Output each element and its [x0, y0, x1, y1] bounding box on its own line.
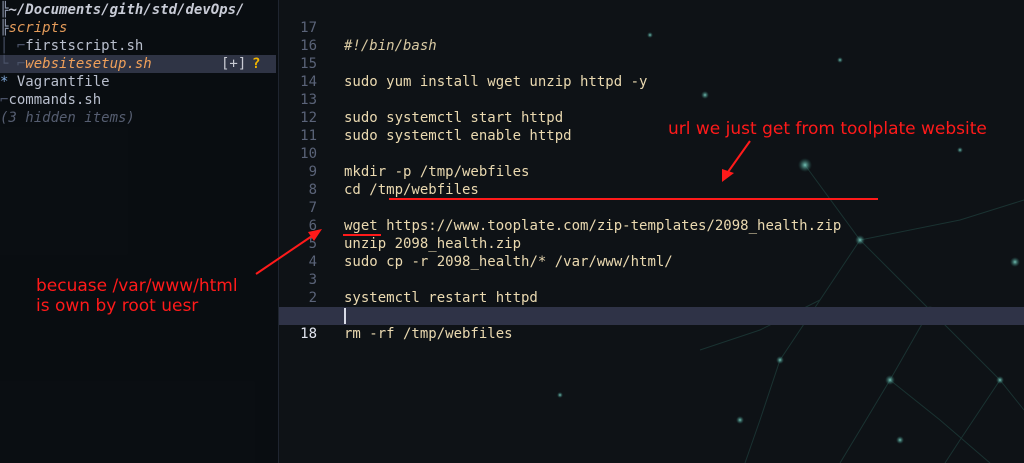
code-line[interactable]: 2: [279, 271, 1024, 306]
code-line[interactable]: 15 sudo yum install wget unzip httpd -y: [279, 37, 1024, 90]
code-line[interactable]: 12 sudo systemctl enable httpd: [279, 91, 1024, 144]
code-line[interactable]: 5 sudo cp -r 2098_health/* /var/www/html…: [279, 217, 1024, 270]
code-line[interactable]: 4: [279, 235, 1024, 270]
modified-flag: [+]: [221, 56, 247, 72]
folder-label: scripts: [8, 20, 68, 36]
code-line[interactable]: 1 rm -rf /tmp/webfiles: [279, 289, 1024, 342]
code-text: rm -rf /tmp/webfiles: [344, 326, 513, 342]
hidden-items-label: (3 hidden items): [0, 110, 135, 126]
code-line[interactable]: 17 #!/bin/bash: [279, 1, 1024, 54]
text-cursor: [344, 308, 346, 324]
tree-item-commands[interactable]: ⌐commands.sh: [0, 91, 276, 109]
code-line[interactable]: 14: [279, 55, 1024, 90]
file-label: Vagrantfile: [16, 74, 110, 90]
code-line[interactable]: 9 cd /tmp/webfiles: [279, 145, 1024, 198]
tree-folder-scripts[interactable]: ╠scripts: [0, 19, 276, 37]
tree-item-websitesetup[interactable]: └ ⌐websitesetup.sh [+] ?: [0, 55, 276, 73]
file-label: firstscript.sh: [25, 38, 144, 54]
tree-item-firstscript[interactable]: │ ⌐firstscript.sh: [0, 37, 276, 55]
tree-guide-icon: └ ⌐: [0, 56, 26, 72]
root-annotation: becuase /var/www/html is own by root ues…: [36, 276, 238, 316]
root-path-label: ~/Documents/gith/std/devOps/: [8, 2, 245, 18]
code-line[interactable]: 7 wget https://www.tooplate.com/zip-temp…: [279, 181, 1024, 234]
code-editor[interactable]: 17 #!/bin/bash 16 15 sudo yum install wg…: [279, 0, 1024, 463]
file-label: commands.sh: [8, 92, 102, 108]
line-number: 18: [300, 326, 317, 342]
git-status-icon: ?: [252, 56, 261, 72]
tree-item-vagrantfile[interactable]: * Vagrantfile: [0, 73, 276, 91]
root-annotation-line: is own by root uesr: [36, 296, 199, 316]
tree-guide-icon: │ ⌐: [0, 38, 26, 54]
code-line[interactable]: 6 unzip 2098_health.zip: [279, 199, 1024, 252]
code-line[interactable]: 16: [279, 19, 1024, 54]
code-line[interactable]: 3 systemctl restart httpd: [279, 253, 1024, 306]
tree-root-path[interactable]: ╠~/Documents/gith/std/devOps/: [0, 1, 276, 19]
hidden-items-note[interactable]: (3 hidden items): [0, 109, 276, 127]
url-annotation: url we just get from toolplate website: [668, 119, 987, 139]
file-label: websitesetup.sh: [25, 56, 152, 72]
code-line[interactable]: 8: [279, 163, 1024, 198]
root-annotation-line: becuase /var/www/html: [36, 276, 238, 296]
code-line[interactable]: 13 sudo systemctl start httpd: [279, 73, 1024, 126]
file-tree-sidebar: ╠~/Documents/gith/std/devOps/ ╠scripts │…: [0, 0, 278, 463]
current-line[interactable]: 18: [279, 307, 1024, 342]
